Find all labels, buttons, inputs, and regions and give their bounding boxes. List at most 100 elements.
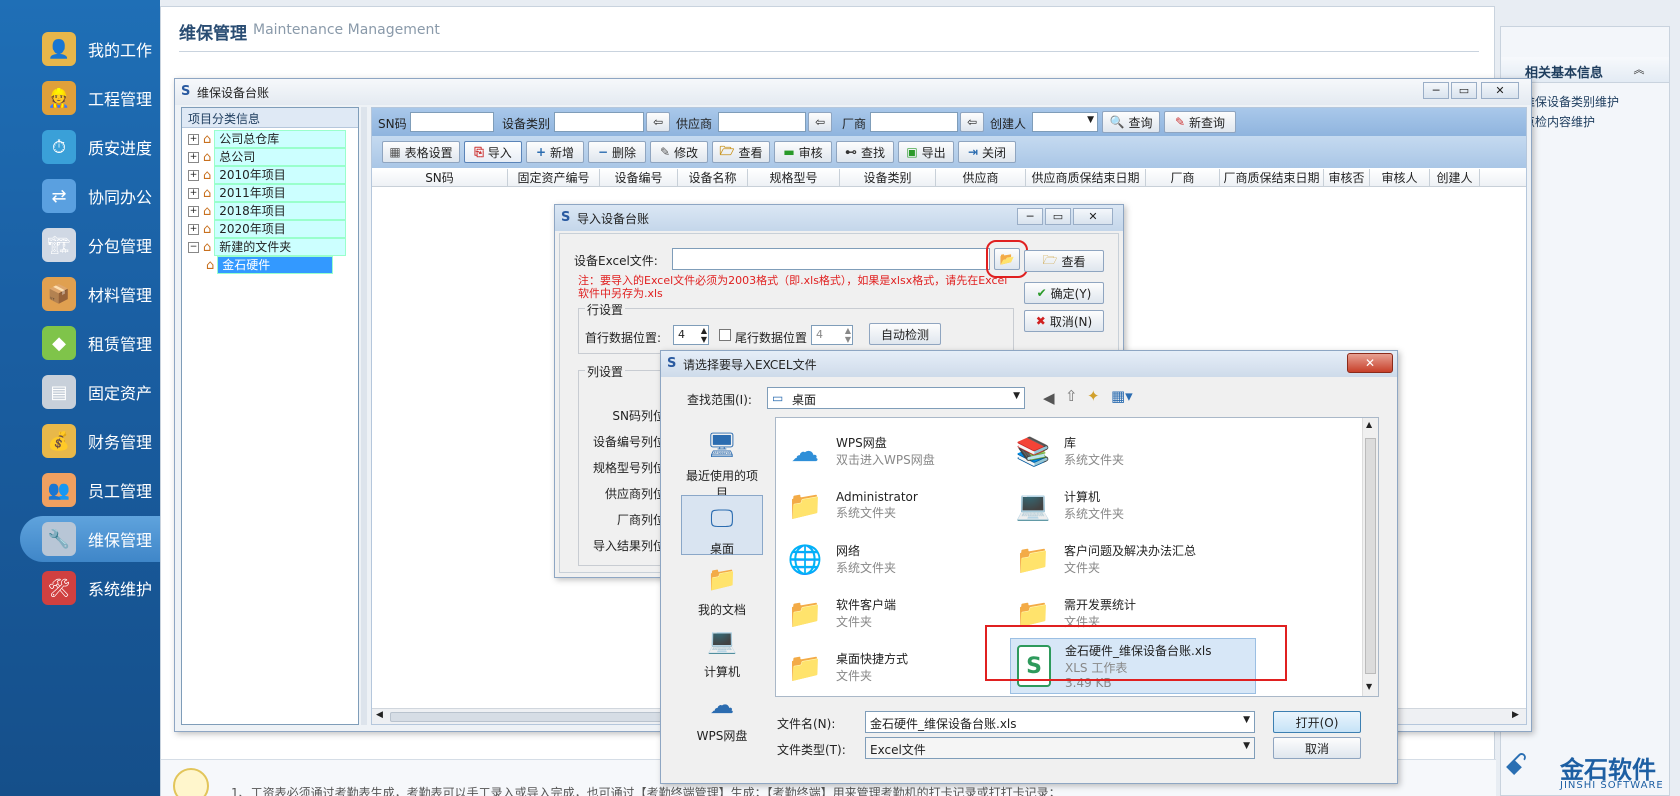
- v-scroll-thumb[interactable]: [1365, 438, 1376, 674]
- v-scrollbar[interactable]: ▲ ▼: [1362, 418, 1378, 696]
- category-input[interactable]: [554, 112, 644, 132]
- dropdown-arrow-icon[interactable]: ▼: [1243, 715, 1250, 725]
- scroll-left-icon[interactable]: ◀: [376, 710, 383, 720]
- sidebar-item-6[interactable]: ◆ 租赁管理: [0, 320, 160, 366]
- collapse-chevron-icon[interactable]: ︽: [1631, 61, 1647, 77]
- lookin-select[interactable]: ▭ 桌面 ▼: [767, 387, 1025, 409]
- back-icon[interactable]: ◀: [1043, 389, 1055, 407]
- supplier-picker-button[interactable]: ⇦: [808, 112, 832, 132]
- toolbar-button-0[interactable]: ▦ 表格设置: [382, 141, 460, 163]
- filename-input[interactable]: 金石硬件_维保设备台账.xls ▼: [865, 711, 1255, 733]
- toolbar-button-8[interactable]: ▣ 导出: [898, 141, 954, 163]
- toolbar-button-5[interactable]: 🗁 查看: [712, 141, 770, 163]
- column-header[interactable]: 审核否: [1324, 169, 1370, 187]
- column-header[interactable]: 规格型号: [748, 169, 840, 187]
- file-item[interactable]: 📁 客户问题及解决办法汇总 文件夹: [1010, 534, 1230, 584]
- file-item[interactable]: ☁ WPS网盘 双击进入WPS网盘: [782, 426, 1002, 476]
- expand-icon[interactable]: +: [188, 133, 199, 145]
- sidebar-item-7[interactable]: ▤ 固定资产: [0, 369, 160, 415]
- column-header[interactable]: SN码: [372, 169, 508, 187]
- view-menu-icon[interactable]: ▦▾: [1111, 387, 1133, 405]
- place-item[interactable]: 📁 我的文档: [681, 561, 763, 618]
- file-item[interactable]: 📁 Administrator 系统文件夹: [782, 480, 1002, 530]
- toolbar-button-4[interactable]: ✎ 修改: [650, 141, 708, 163]
- scroll-right-icon[interactable]: ▶: [1512, 710, 1519, 720]
- last-row-spinner[interactable]: 4 ▲ ▼: [811, 325, 853, 345]
- column-header[interactable]: 厂商: [1146, 169, 1220, 187]
- supplier-input[interactable]: [718, 112, 806, 132]
- import-close-button[interactable]: ✕: [1073, 208, 1113, 225]
- column-header[interactable]: 设备类别: [840, 169, 936, 187]
- close-button[interactable]: ✕: [1481, 82, 1519, 99]
- file-item[interactable]: 🌐 网络 系统文件夹: [782, 534, 1002, 584]
- up-folder-icon[interactable]: ⇧: [1065, 387, 1078, 405]
- filetype-select[interactable]: Excel文件 ▼: [865, 737, 1255, 759]
- minimize-button[interactable]: ─: [1423, 82, 1449, 99]
- expand-icon[interactable]: +: [188, 151, 199, 163]
- sn-input[interactable]: [410, 112, 494, 132]
- toolbar-button-9[interactable]: ⇥ 关闭: [958, 141, 1016, 163]
- splitter[interactable]: [361, 107, 367, 725]
- place-item[interactable]: 🖥 最近使用的项目: [681, 427, 763, 501]
- import-minimize-button[interactable]: ─: [1017, 208, 1043, 225]
- dropdown-arrow-icon[interactable]: ▼: [1013, 391, 1020, 401]
- toolbar-button-7[interactable]: ⊷ 查找: [836, 141, 894, 163]
- file-item[interactable]: 📁 需开发票统计 文件夹: [1010, 588, 1230, 638]
- file-path-input[interactable]: [672, 248, 990, 270]
- sidebar-item-9[interactable]: 👥 员工管理: [0, 467, 160, 513]
- ok-button[interactable]: ✔ 确定(Y): [1024, 282, 1104, 304]
- tree-item[interactable]: + ⌂ 2020年项目: [188, 220, 347, 238]
- file-cancel-button[interactable]: 取消: [1273, 737, 1361, 759]
- sidebar-item-1[interactable]: 👷 工程管理: [0, 75, 160, 121]
- sidebar-item-11[interactable]: 🛠 系统维护: [0, 565, 160, 611]
- sidebar-item-0[interactable]: 👤 我的工作: [0, 26, 160, 72]
- expand-icon[interactable]: +: [188, 205, 199, 217]
- sidebar-item-5[interactable]: 📦 材料管理: [0, 271, 160, 317]
- tree-item[interactable]: ⌂ 金石硬件: [206, 256, 334, 274]
- file-item[interactable]: 💻 计算机 系统文件夹: [1010, 480, 1230, 530]
- tree-item[interactable]: − ⌂ 新建的文件夹: [188, 238, 347, 256]
- link-inspection-content[interactable]: 点检内容维护: [1523, 113, 1595, 130]
- file-item[interactable]: S 金石硬件_维保设备台账.xls XLS 工作表 3.49 KB: [1010, 638, 1256, 694]
- query-button[interactable]: 🔍 查询: [1102, 111, 1160, 133]
- new-query-button[interactable]: ✎ 新查询: [1164, 111, 1236, 133]
- place-item[interactable]: ☁ WPS网盘: [681, 687, 763, 744]
- toolbar-button-6[interactable]: ▬ 审核: [774, 141, 832, 163]
- vendor-input[interactable]: [870, 112, 958, 132]
- scroll-up-icon[interactable]: ▲: [1366, 420, 1372, 429]
- category-picker-button[interactable]: ⇦: [646, 112, 670, 132]
- file-item[interactable]: 📚 库系统文件夹: [1010, 426, 1230, 476]
- last-row-checkbox[interactable]: [719, 329, 731, 341]
- link-equipment-category[interactable]: 维保设备类别维护: [1523, 93, 1619, 110]
- file-item[interactable]: 📁 桌面快捷方式 文件夹: [782, 642, 1002, 692]
- sidebar-item-3[interactable]: ⇄ 协同办公: [0, 173, 160, 219]
- tree-item[interactable]: + ⌂ 2010年项目: [188, 166, 347, 184]
- tree-item[interactable]: + ⌂ 2011年项目: [188, 184, 347, 202]
- import-maximize-button[interactable]: ▭: [1045, 208, 1071, 225]
- scroll-down-icon[interactable]: ▼: [1366, 682, 1372, 691]
- new-folder-icon[interactable]: ✦: [1087, 387, 1100, 405]
- sidebar-item-8[interactable]: 💰 财务管理: [0, 418, 160, 464]
- tree-item[interactable]: + ⌂ 公司总仓库: [188, 130, 347, 148]
- expand-icon[interactable]: +: [188, 187, 199, 199]
- toolbar-button-3[interactable]: − 删除: [588, 141, 646, 163]
- column-header[interactable]: 设备编号: [600, 169, 678, 187]
- sidebar-item-4[interactable]: 🏗 分包管理: [0, 222, 160, 268]
- column-header[interactable]: 供应商: [936, 169, 1026, 187]
- expand-icon[interactable]: +: [188, 169, 199, 181]
- browse-folder-button[interactable]: 📂: [986, 240, 1028, 278]
- column-header[interactable]: 创建人: [1430, 169, 1480, 187]
- file-item[interactable]: 📁 软件客户端 文件夹: [782, 588, 1002, 638]
- sidebar-item-10[interactable]: 🔧 维保管理: [20, 516, 160, 562]
- dropdown-arrow-icon[interactable]: ▼: [1243, 741, 1250, 751]
- column-header[interactable]: 厂商质保结束日期: [1220, 169, 1324, 187]
- toolbar-button-1[interactable]: ⎘ 导入: [464, 141, 522, 163]
- tree-item[interactable]: + ⌂ 2018年项目: [188, 202, 347, 220]
- column-header[interactable]: 供应商质保结束日期: [1026, 169, 1146, 187]
- column-header[interactable]: 设备名称: [678, 169, 748, 187]
- creator-select[interactable]: ▼: [1032, 112, 1098, 132]
- tree-item[interactable]: + ⌂ 总公司: [188, 148, 347, 166]
- view-button[interactable]: 🗁 查看: [1024, 250, 1104, 272]
- maximize-button[interactable]: ▭: [1451, 82, 1477, 99]
- collapse-icon[interactable]: −: [188, 241, 199, 253]
